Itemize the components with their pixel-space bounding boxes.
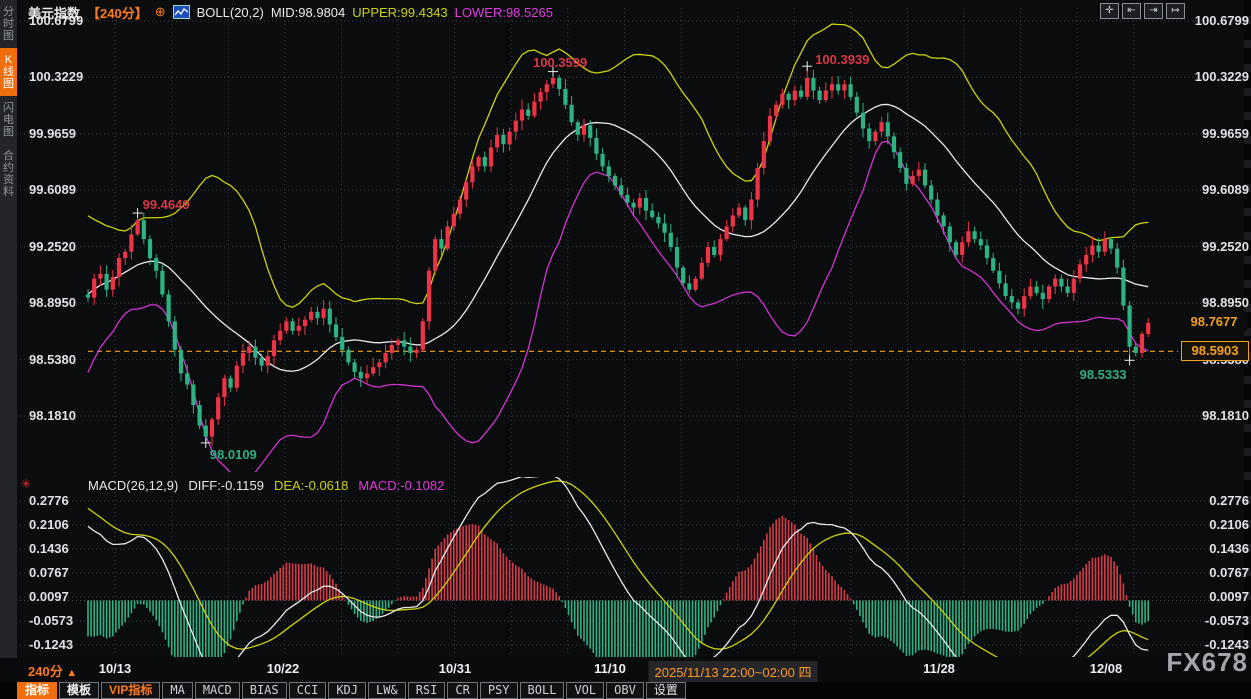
price-axis-label-left: 99.6089 [29,182,95,197]
macd-diff-value: DIFF:-0.1159 [188,478,264,493]
toolbar-button-LW&[interactable]: LW& [368,682,406,699]
toolbar-button-VOL[interactable]: VOL [566,682,604,699]
boll-indicator-label: BOLL(20,2) [197,5,264,20]
add-indicator-icon[interactable]: ⊕ [155,4,166,20]
xaxis-date-label: 11/28 [923,661,955,676]
xaxis-date-label: 10/22 [267,661,300,676]
price-axis-label-right: 100.6799 [1183,13,1249,28]
price-axis-label-right: 99.9659 [1183,126,1249,141]
macd-axis-label-right: 0.2776 [1183,493,1249,508]
macd-axis-label-right: 0.0097 [1183,589,1249,604]
watermark: FX678 [1166,647,1248,678]
chart-style-icon[interactable] [173,5,190,19]
price-axis-label-left: 98.5380 [29,352,95,367]
xaxis-current-range-label: 2025/11/13 22:00~02:00 四 [649,661,818,682]
alert-price-tag: 98.5903 [1181,341,1249,361]
macd-axis-label-left: 0.2106 [29,517,95,532]
macd-axis-label-right: 0.1436 [1183,541,1249,556]
price-extreme-label: 100.3939 [815,52,869,67]
macd-axis-label-left: 0.0767 [29,565,95,580]
macd-axis-label-left: 0.1436 [29,541,95,556]
price-extreme-label: 100.3599 [533,55,587,70]
macd-axis-label-left: -0.1243 [29,637,95,652]
boll-lower-value: LOWER:98.5265 [455,5,553,20]
xaxis-date-label: 11/10 [594,661,626,676]
toolbar-button-PSY[interactable]: PSY [480,682,518,699]
toolbar-button-BIAS[interactable]: BIAS [242,682,287,699]
xaxis-date-label: 12/08 [1090,661,1123,676]
time-axis-row: 240分 ▲ 10/13 10/22 10/31 11/10 2025/11/13 22… [0,658,1251,682]
price-extreme-label: 98.0109 [210,447,257,462]
pan-move-icon[interactable]: ✛ [1100,3,1119,19]
price-axis-label-right: 99.2520 [1183,239,1249,254]
period-selector[interactable]: 240分 ▲ [28,661,77,680]
goto-latest-icon[interactable]: ↦ [1166,3,1185,19]
macd-axis-label-right: 0.2106 [1183,517,1249,532]
chart-toolbox: ✛⇤⇥↦ [1100,3,1185,19]
toolbar-button-CCI[interactable]: CCI [289,682,327,699]
price-axis-label-left: 99.2520 [29,239,95,254]
toolbar-button-BOLL[interactable]: BOLL [520,682,565,699]
toolbar-button-OBV[interactable]: OBV [606,682,644,699]
toolbar-button-RSI[interactable]: RSI [408,682,446,699]
price-extreme-label: 99.4649 [143,197,190,212]
price-axis-label-left: 100.3229 [29,69,95,84]
macd-axis-label-right: -0.0573 [1183,613,1249,628]
toolbar-button-模板[interactable]: 模板 [59,682,99,699]
expand-bars-icon[interactable]: ⇥ [1144,3,1163,19]
xaxis-date-label: 10/31 [439,661,472,676]
indicator-toolbar: 指标模板VIP指标MAMACDBIASCCIKDJLW&RSICRPSYBOLL… [0,682,1251,699]
price-axis-label-left: 99.9659 [29,126,95,141]
xaxis-date-label: 10/13 [99,661,132,676]
price-axis-label-right: 99.6089 [1183,182,1249,197]
macd-bar-value: MACD:-0.1082 [358,478,444,493]
period-selector-arrow-icon: ▲ [66,667,77,679]
chart-application-window: 分时图K线图闪电图合约资料 美元指数 【240分】 ⊕ BOLL(20,2) M… [0,0,1251,699]
compress-bars-icon[interactable]: ⇤ [1122,3,1141,19]
chart-header: 美元指数 【240分】 ⊕ BOLL(20,2) MID:98.9804 UPP… [28,3,553,21]
toolbar-button-指标[interactable]: 指标 [17,682,57,699]
price-axis-label-left: 98.8950 [29,295,95,310]
price-axis-label-left: 98.1810 [29,408,95,423]
toolbar-button-KDJ[interactable]: KDJ [328,682,366,699]
toolbar-button-MACD[interactable]: MACD [195,682,240,699]
macd-dea-value: DEA:-0.0618 [274,478,348,493]
boll-mid-value: MID:98.9804 [271,5,345,20]
macd-indicator-label: MACD(26,12,9) [88,478,178,493]
period-label: 【240分】 [87,3,148,22]
period-selector-label: 240分 [28,664,63,679]
macd-axis-label-right: 0.0767 [1183,565,1249,580]
macd-panel-icon[interactable]: ✳ [21,477,31,491]
macd-axis-label-left: 0.2776 [29,493,95,508]
last-price-tag: 98.7677 [1181,313,1247,331]
toolbar-button-MA[interactable]: MA [162,682,192,699]
toolbar-button-设置[interactable]: 设置 [646,682,686,699]
macd-header: MACD(26,12,9) DIFF:-0.1159 DEA:-0.0618 M… [88,478,444,493]
price-axis-label-right: 98.1810 [1183,408,1249,423]
macd-axis-label-left: 0.0097 [29,589,95,604]
toolbar-button-CR[interactable]: CR [447,682,477,699]
price-axis-label-right: 100.3229 [1183,69,1249,84]
toolbar-button-VIP指标[interactable]: VIP指标 [101,682,160,699]
symbol-name: 美元指数 [28,3,80,22]
price-extreme-label: 98.5333 [1080,367,1127,382]
macd-axis-label-left: -0.0573 [29,613,95,628]
candlestick-chart-canvas[interactable] [0,0,1251,660]
price-axis-label-right: 98.8950 [1183,295,1249,310]
boll-upper-value: UPPER:99.4343 [352,5,447,20]
